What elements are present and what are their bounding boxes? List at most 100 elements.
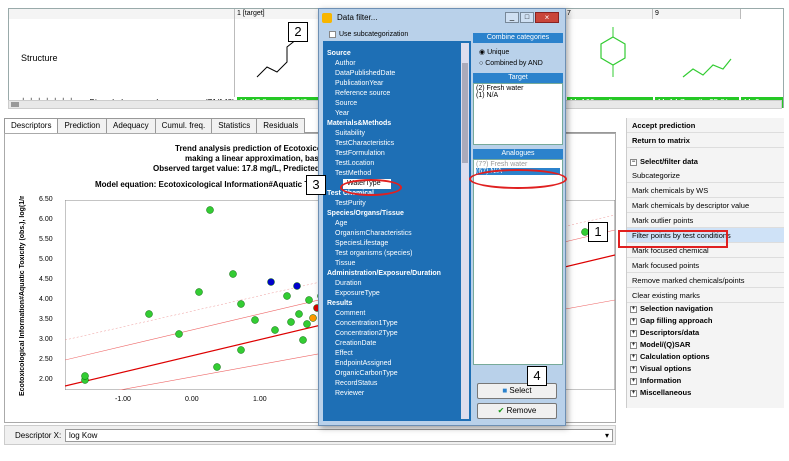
- tree-item[interactable]: PublicationYear: [323, 79, 471, 89]
- panel-item-mark-chemicals-by-ws[interactable]: Mark chemicals by WS: [627, 183, 784, 198]
- group-selection-navigation[interactable]: + Selection navigation: [627, 303, 784, 315]
- panel-item-mark-chemicals-by-descriptor-value[interactable]: Mark chemicals by descriptor value: [627, 198, 784, 213]
- tree-item[interactable]: RecordStatus: [323, 379, 471, 389]
- tab-cumul-freq[interactable]: Cumul. freq.: [154, 118, 213, 133]
- panel-item-clear-existing-marks[interactable]: Clear existing marks: [627, 288, 784, 303]
- tree-group[interactable]: Species/Organs/Tissue: [323, 209, 471, 219]
- target-item[interactable]: (2) Fresh water: [476, 85, 560, 92]
- minimize-icon[interactable]: _: [505, 12, 519, 23]
- select-filter-group[interactable]: − Select/filter data: [627, 156, 784, 168]
- tree-item[interactable]: Author: [323, 59, 471, 69]
- group-calculation-options[interactable]: + Calculation options: [627, 351, 784, 363]
- group-model-q-sar[interactable]: + Model/(Q)SAR: [627, 339, 784, 351]
- group-gap-filling-approach[interactable]: + Gap filling approach: [627, 315, 784, 327]
- tree-item[interactable]: EndpointAssigned: [323, 359, 471, 369]
- group-miscellaneous[interactable]: + Miscellaneous: [627, 387, 784, 399]
- column-header-9[interactable]: 9: [653, 9, 741, 19]
- tree-item[interactable]: Year: [323, 109, 471, 119]
- tree-scroll-thumb[interactable]: [462, 63, 468, 163]
- tab-adequacy[interactable]: Adequacy: [106, 118, 156, 133]
- panel-item-mark-focused-points[interactable]: Mark focused points: [627, 258, 784, 273]
- data-point[interactable]: [309, 314, 317, 322]
- expand-icon[interactable]: +: [630, 317, 637, 325]
- panel-item-subcategorize[interactable]: Subcategorize: [627, 168, 784, 183]
- tree-item[interactable]: TestLocation: [323, 159, 471, 169]
- tree-item[interactable]: OrganismCharacteristics: [323, 229, 471, 239]
- tree-item[interactable]: Duration: [323, 279, 471, 289]
- data-point[interactable]: [206, 206, 214, 214]
- chevron-down-icon[interactable]: ▾: [605, 430, 609, 441]
- analogue-item[interactable]: (7?) Fresh water: [476, 161, 560, 168]
- tree-item[interactable]: Reference source: [323, 89, 471, 99]
- accept-prediction-button[interactable]: Accept prediction: [627, 118, 784, 133]
- target-list[interactable]: (2) Fresh water (1) N/A: [473, 83, 563, 145]
- data-point[interactable]: [299, 336, 307, 344]
- descriptor-x-select[interactable]: log Kow ▾: [65, 429, 613, 442]
- data-point[interactable]: [145, 310, 153, 318]
- data-point[interactable]: [293, 282, 301, 290]
- data-point[interactable]: [237, 300, 245, 308]
- tree-scrollbar[interactable]: [461, 43, 469, 419]
- tree-item[interactable]: TestFormulation: [323, 149, 471, 159]
- panel-item-mark-outlier-points[interactable]: Mark outlier points: [627, 213, 784, 228]
- expand-icon[interactable]: +: [630, 365, 637, 373]
- expand-icon[interactable]: +: [630, 389, 637, 397]
- tree-item[interactable]: Effect: [323, 349, 471, 359]
- tree-group[interactable]: Results: [323, 299, 471, 309]
- data-point[interactable]: [267, 278, 275, 286]
- analogues-list[interactable]: (7?) Fresh water (67) N/A: [473, 159, 563, 365]
- tree-item[interactable]: Comment: [323, 309, 471, 319]
- data-point[interactable]: [237, 346, 245, 354]
- combined-and-radio[interactable]: ○ Combined by AND: [479, 58, 557, 69]
- panel-item-remove-marked-chemicals-points[interactable]: Remove marked chemicals/points: [627, 273, 784, 288]
- expand-icon[interactable]: +: [630, 341, 637, 349]
- target-item[interactable]: (1) N/A: [476, 92, 560, 99]
- tab-prediction[interactable]: Prediction: [57, 118, 108, 133]
- group-descriptors-data[interactable]: + Descriptors/data: [627, 327, 784, 339]
- tree-item[interactable]: TestCharacteristics: [323, 139, 471, 149]
- tab-statistics[interactable]: Statistics: [211, 118, 258, 133]
- data-point[interactable]: [305, 296, 313, 304]
- tree-item[interactable]: CreationDate: [323, 339, 471, 349]
- tree-group[interactable]: Source: [323, 49, 471, 59]
- expand-icon[interactable]: +: [630, 377, 637, 385]
- tab-descriptors[interactable]: Descriptors: [4, 118, 59, 133]
- scroll-thumb[interactable]: [11, 102, 19, 107]
- data-point[interactable]: [287, 318, 295, 326]
- tree-item[interactable]: Source: [323, 99, 471, 109]
- maximize-icon[interactable]: □: [520, 12, 534, 23]
- condition-tree[interactable]: Source Author DataPublishedDate Publication…: [323, 41, 471, 421]
- tree-item[interactable]: Reviewer: [323, 389, 471, 399]
- tree-item[interactable]: Test organisms (species): [323, 249, 471, 259]
- data-point[interactable]: [213, 363, 221, 371]
- tree-item[interactable]: Concentration2Type: [323, 329, 471, 339]
- data-point[interactable]: [303, 320, 311, 328]
- tree-item[interactable]: Tissue: [323, 259, 471, 269]
- collapse-icon[interactable]: −: [630, 158, 637, 166]
- column-header-target[interactable]: 1 [target]: [235, 9, 325, 19]
- data-point[interactable]: [283, 292, 291, 300]
- data-point[interactable]: [195, 288, 203, 296]
- checkbox-icon[interactable]: [329, 31, 336, 38]
- expand-icon[interactable]: +: [630, 329, 637, 337]
- tree-item[interactable]: ExposureType: [323, 289, 471, 299]
- expand-icon[interactable]: +: [630, 353, 637, 361]
- tree-group[interactable]: Materials&Methods: [323, 119, 471, 129]
- group-information[interactable]: + Information: [627, 375, 784, 387]
- remove-button[interactable]: ✔ Remove: [477, 403, 557, 419]
- tree-item[interactable]: TestMethod: [323, 169, 471, 179]
- tree-item[interactable]: DataPublishedDate: [323, 69, 471, 79]
- tree-item[interactable]: Concentration1Type: [323, 319, 471, 329]
- data-point[interactable]: [251, 316, 259, 324]
- tree-item[interactable]: SpeciesLifestage: [323, 239, 471, 249]
- group-visual-options[interactable]: + Visual options: [627, 363, 784, 375]
- unique-radio[interactable]: ◉ Unique: [479, 47, 557, 58]
- data-point[interactable]: [229, 270, 237, 278]
- tree-item[interactable]: Suitability: [323, 129, 471, 139]
- data-point[interactable]: [175, 330, 183, 338]
- column-header-7[interactable]: 7: [565, 9, 653, 19]
- use-subcategorization-checkbox[interactable]: Use subcategorization: [329, 31, 408, 38]
- tree-group[interactable]: Administration/Exposure/Duration: [323, 269, 471, 279]
- expand-icon[interactable]: +: [630, 305, 637, 313]
- return-to-matrix-button[interactable]: Return to matrix: [627, 133, 784, 148]
